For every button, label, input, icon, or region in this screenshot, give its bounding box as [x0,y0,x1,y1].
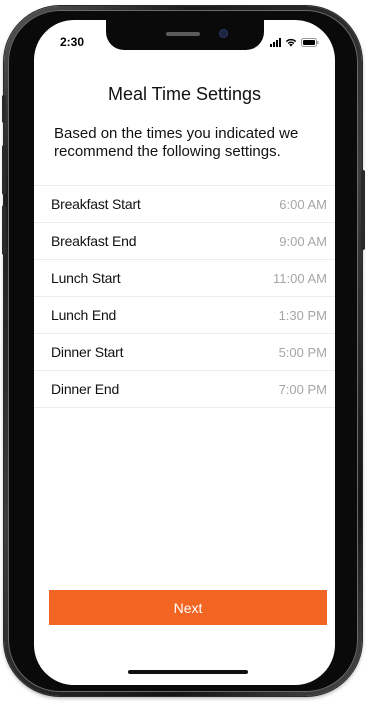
page-title: Meal Time Settings [107,84,262,104]
setting-label: Dinner Start [51,344,124,360]
wifi-icon [285,38,297,47]
volume-down-button [2,205,6,255]
setting-label: Lunch Start [51,270,121,286]
notch [106,20,264,50]
setting-label: Dinner End [51,381,120,397]
volume-up-button [2,145,6,195]
next-button[interactable]: Next [49,590,327,625]
setting-row-lunch-start[interactable]: Lunch Start 11:00 AM [34,260,335,297]
home-indicator[interactable] [128,670,248,674]
status-time: 2:30 [60,35,85,49]
meal-time-list: Breakfast Start 6:00 AM Breakfast End 9:… [34,185,335,408]
speaker-grille [166,32,200,36]
setting-row-dinner-start[interactable]: Dinner Start 5:00 PM [34,334,335,371]
front-camera-icon [220,30,227,37]
setting-value: 1:30 PM [278,307,327,323]
app-screen: 2:30 Meal Time Settings Based on the tim… [34,20,335,685]
setting-value: 5:00 PM [278,344,327,360]
intro-text: Based on the times you indicated we reco… [54,125,299,160]
setting-label: Breakfast Start [51,196,141,212]
setting-value: 11:00 AM [273,270,327,286]
setting-row-lunch-end[interactable]: Lunch End 1:30 PM [34,297,335,334]
setting-row-dinner-end[interactable]: Dinner End 7:00 PM [34,371,335,408]
setting-value: 9:00 AM [279,233,327,249]
setting-label: Lunch End [51,307,117,323]
status-icons [270,37,319,47]
signal-icon [270,38,281,47]
setting-label: Breakfast End [51,233,137,249]
setting-row-breakfast-start[interactable]: Breakfast Start 6:00 AM [34,186,335,223]
setting-row-breakfast-end[interactable]: Breakfast End 9:00 AM [34,223,335,260]
silent-switch [2,95,6,123]
battery-icon [301,38,319,47]
power-button [361,170,365,250]
setting-value: 7:00 PM [278,381,327,397]
setting-value: 6:00 AM [279,196,327,212]
